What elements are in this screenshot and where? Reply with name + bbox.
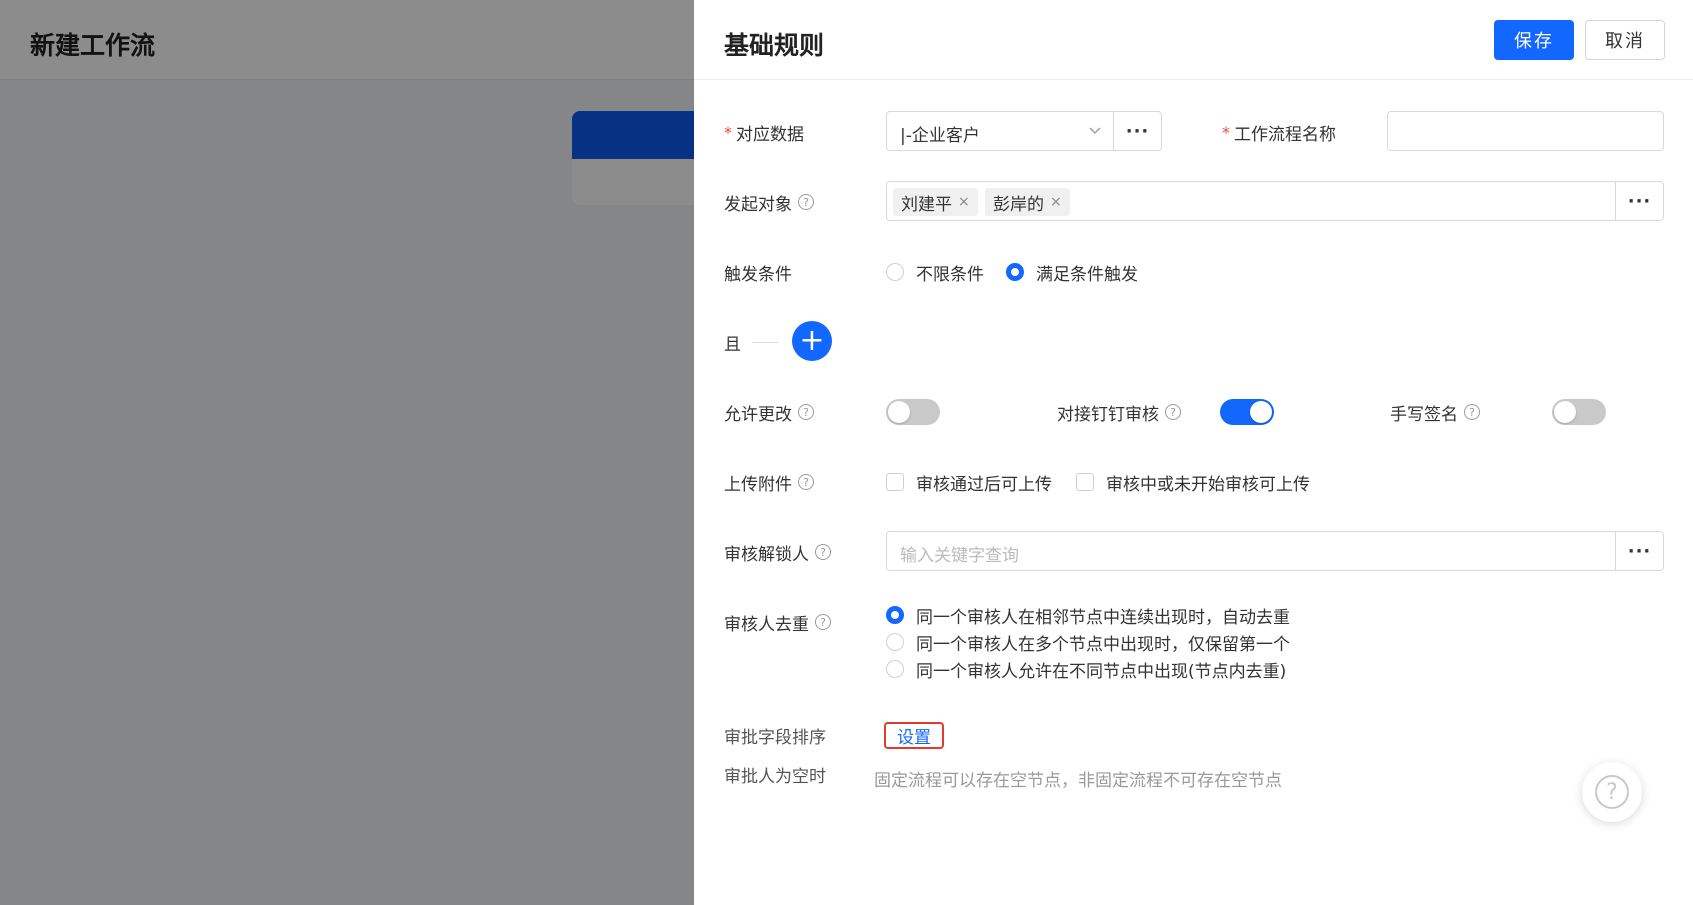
dingtalk-label: 对接钉钉审核 ? <box>1057 400 1181 425</box>
trigger-option-conditional[interactable]: 满足条件触发 <box>1006 260 1138 285</box>
initiator-tag: 刘建平 × <box>893 188 978 216</box>
drawer-title: 基础规则 <box>724 31 825 60</box>
allow-modify-toggle[interactable] <box>886 399 940 425</box>
toggle-knob <box>1250 401 1272 423</box>
unlocker-label: 审核解锁人 ? <box>724 540 831 565</box>
workflow-name-label: * 工作流程名称 <box>1222 120 1336 145</box>
signature-label: 手写签名 ? <box>1390 400 1480 425</box>
and-label: 且 <box>724 334 741 355</box>
data-source-label-text: 对应数据 <box>736 124 804 145</box>
checkbox-label: 审核中或未开始审核可上传 <box>1106 474 1310 495</box>
close-icon[interactable]: × <box>1050 194 1062 210</box>
upload-during-approval-checkbox[interactable]: 审核中或未开始审核可上传 <box>1076 470 1310 495</box>
data-source-select[interactable]: |-企业客户 ··· <box>886 111 1162 151</box>
dedupe-label-text: 审核人去重 <box>724 614 809 635</box>
help-question-icon[interactable]: ? <box>798 194 814 210</box>
tag-label: 刘建平 <box>901 194 952 215</box>
data-source-label: * 对应数据 <box>724 120 804 145</box>
radio-dot[interactable] <box>886 660 904 678</box>
radio-dot[interactable] <box>886 263 904 281</box>
radio-label: 不限条件 <box>916 264 984 285</box>
signature-label-text: 手写签名 <box>1390 404 1458 425</box>
allow-modify-label: 允许更改 ? <box>724 400 814 425</box>
upload-after-approval-checkbox[interactable]: 审核通过后可上传 <box>886 470 1052 495</box>
dedupe-option-adjacent[interactable]: 同一个审核人在相邻节点中连续出现时，自动去重 <box>886 603 1290 628</box>
add-condition-button[interactable]: + <box>792 321 832 361</box>
workflow-name-label-text: 工作流程名称 <box>1234 124 1336 145</box>
help-question-icon[interactable]: ? <box>798 404 814 420</box>
initiator-more-button[interactable]: ··· <box>1615 182 1663 220</box>
initiator-label-text: 发起对象 <box>724 194 792 215</box>
field-order-settings-link[interactable]: 设置 <box>884 722 944 749</box>
radio-dot-selected[interactable] <box>1006 263 1024 281</box>
and-connector-line <box>752 342 778 343</box>
checkbox-box[interactable] <box>886 473 904 491</box>
empty-approver-label: 审批人为空时 <box>724 766 826 787</box>
unlocker-label-text: 审核解锁人 <box>724 544 809 565</box>
toggle-knob <box>1554 401 1576 423</box>
checkbox-label: 审核通过后可上传 <box>916 474 1052 495</box>
data-source-value: |-企业客户 <box>900 126 980 146</box>
help-floating-button[interactable]: ? <box>1582 762 1642 822</box>
toggle-knob <box>888 401 910 423</box>
upload-label: 上传附件 ? <box>724 470 814 495</box>
radio-label: 同一个审核人允许在不同节点中出现(节点内去重) <box>916 661 1287 682</box>
required-mark: * <box>724 122 732 142</box>
trigger-option-unlimited[interactable]: 不限条件 <box>886 260 984 285</box>
signature-toggle[interactable] <box>1552 399 1606 425</box>
radio-label: 满足条件触发 <box>1036 264 1138 285</box>
required-mark: * <box>1222 122 1230 142</box>
close-icon[interactable]: × <box>958 194 970 210</box>
dedupe-label: 审核人去重 ? <box>724 610 831 635</box>
dingtalk-label-text: 对接钉钉审核 <box>1057 404 1159 425</box>
initiator-select[interactable]: 刘建平 × 彭岸的 × ··· <box>886 181 1664 221</box>
cancel-button[interactable]: 取消 <box>1585 20 1665 60</box>
workflow-name-input[interactable] <box>1387 111 1664 151</box>
initiator-label: 发起对象 ? <box>724 190 814 215</box>
data-source-more-button[interactable]: ··· <box>1113 112 1161 150</box>
initiator-tag: 彭岸的 × <box>985 188 1070 216</box>
question-circle-icon: ? <box>1595 775 1629 809</box>
upload-label-text: 上传附件 <box>724 474 792 495</box>
help-question-icon[interactable]: ? <box>798 474 814 490</box>
checkbox-box[interactable] <box>1076 473 1094 491</box>
drawer-header: 基础规则 保存 取消 <box>694 0 1693 80</box>
unlocker-placeholder: 输入关键字查询 <box>900 546 1019 566</box>
chevron-down-icon <box>1089 127 1101 134</box>
help-question-icon[interactable]: ? <box>815 614 831 630</box>
radio-dot-selected[interactable] <box>886 606 904 624</box>
field-order-label: 审批字段排序 <box>724 727 826 748</box>
radio-label: 同一个审核人在多个节点中出现时，仅保留第一个 <box>916 634 1290 655</box>
radio-dot[interactable] <box>886 633 904 651</box>
dedupe-option-first[interactable]: 同一个审核人在多个节点中出现时，仅保留第一个 <box>886 630 1290 655</box>
unlocker-more-button[interactable]: ··· <box>1615 532 1663 570</box>
rules-drawer: 基础规则 保存 取消 * 对应数据 |-企业客户 ··· * 工作流程名称 发起… <box>694 0 1693 905</box>
empty-approver-hint: 固定流程可以存在空节点，非固定流程不可存在空节点 <box>874 771 1282 791</box>
tag-label: 彭岸的 <box>993 194 1044 215</box>
radio-label: 同一个审核人在相邻节点中连续出现时，自动去重 <box>916 607 1290 628</box>
dingtalk-toggle[interactable] <box>1220 399 1274 425</box>
dedupe-option-node[interactable]: 同一个审核人允许在不同节点中出现(节点内去重) <box>886 657 1287 682</box>
unlocker-search-input[interactable]: 输入关键字查询 ··· <box>886 531 1664 571</box>
help-question-icon[interactable]: ? <box>1464 404 1480 420</box>
help-question-icon[interactable]: ? <box>1165 404 1181 420</box>
allow-modify-label-text: 允许更改 <box>724 404 792 425</box>
help-question-icon[interactable]: ? <box>815 544 831 560</box>
trigger-label: 触发条件 <box>724 264 792 285</box>
save-button[interactable]: 保存 <box>1494 20 1574 60</box>
